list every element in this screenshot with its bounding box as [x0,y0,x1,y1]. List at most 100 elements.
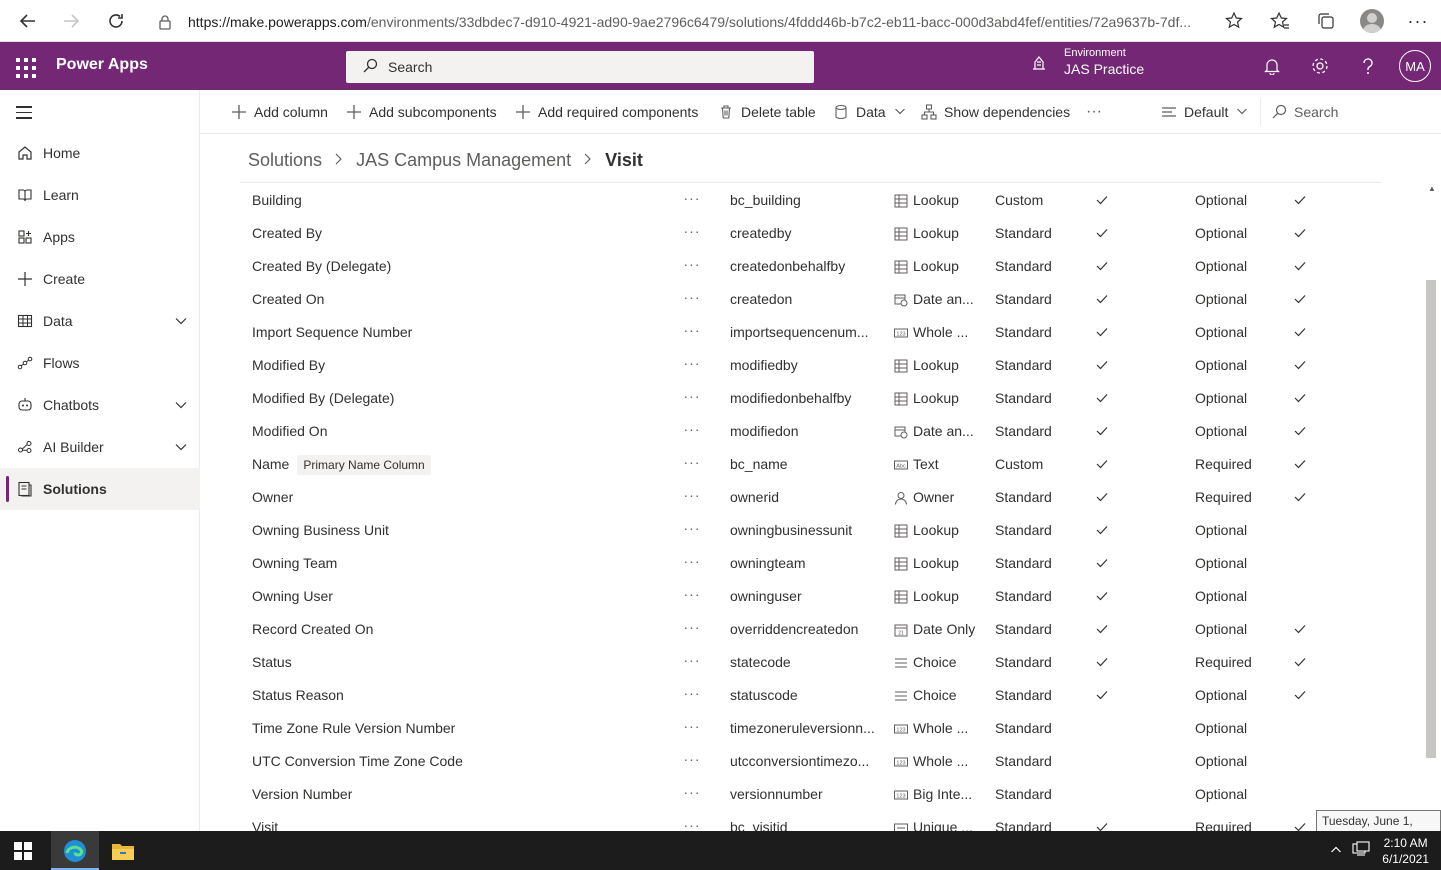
column-display-name[interactable]: Owning Team [252,547,337,580]
row-more-options-icon[interactable]: ··· [680,382,704,415]
row-more-options-icon[interactable]: ··· [680,316,704,349]
table-row[interactable]: Modified On ··· modifiedon Date an... Standa… [240,415,1420,448]
column-display-name[interactable]: Modified By (Delegate) [252,382,394,415]
favorites-icon[interactable] [1257,0,1303,42]
forward-icon[interactable] [51,0,91,42]
chevron-down-icon[interactable] [174,440,188,457]
table-row[interactable]: Version Number ··· versionnumber 123 Big Int… [240,778,1420,811]
user-avatar[interactable]: MA [1399,50,1431,82]
table-row[interactable]: Owning Team ··· owningteam Lookup Standard Op… [240,547,1420,580]
row-more-options-icon[interactable]: ··· [680,448,704,481]
column-display-name[interactable]: Modified On [252,415,327,448]
nav-item-home[interactable]: Home [0,132,200,174]
file-explorer-icon[interactable] [99,831,147,870]
add-favorite-icon[interactable] [1211,0,1257,42]
app-title[interactable]: Power Apps [56,56,148,74]
column-display-name[interactable]: Import Sequence Number [252,316,412,349]
table-row[interactable]: Created On ··· createdon Date an... Standard… [240,283,1420,316]
table-row[interactable]: Building ··· bc_building Lookup Custom Option… [240,184,1420,217]
more-commands-button[interactable]: ··· [1086,90,1102,134]
row-more-options-icon[interactable]: ··· [680,250,704,283]
column-display-name[interactable]: Building [252,184,302,217]
row-more-options-icon[interactable]: ··· [680,481,704,514]
row-more-options-icon[interactable]: ··· [680,283,704,316]
profile-avatar[interactable] [1349,0,1395,42]
row-more-options-icon[interactable]: ··· [680,580,704,613]
table-row[interactable]: Created By ··· createdby Lookup Standard Opti… [240,217,1420,250]
settings-icon[interactable] [1308,54,1332,78]
address-bar[interactable]: https://make.powerapps.com/environments/… [158,9,1191,35]
row-more-options-icon[interactable]: ··· [680,514,704,547]
column-display-name[interactable]: Status [252,646,292,679]
table-row[interactable]: Created By (Delegate) ··· createdonbehalfb… [240,250,1420,283]
nav-item-chatbots[interactable]: Chatbots [0,384,200,426]
global-search-input[interactable]: Search [346,51,814,83]
chevron-down-icon[interactable] [174,314,188,331]
breadcrumb-solution[interactable]: JAS Campus Management [356,150,571,171]
table-row[interactable]: Owner ··· ownerid Owner Standard Required [240,481,1420,514]
column-display-name[interactable]: Status Reason [252,679,344,712]
show-dependencies-button[interactable]: Show dependencies [920,90,1070,134]
column-display-name[interactable]: Modified By [252,349,325,382]
windows-start-icon[interactable] [14,842,32,860]
row-more-options-icon[interactable]: ··· [680,745,704,778]
browser-menu-icon[interactable]: ··· [1395,0,1441,42]
row-more-options-icon[interactable]: ··· [680,712,704,745]
column-display-name[interactable]: Created By [252,217,322,250]
nav-item-solutions[interactable]: Solutions [0,468,200,510]
data-menu-button[interactable]: Data [832,90,906,134]
nav-item-data[interactable]: Data [0,300,200,342]
column-display-name[interactable]: UTC Conversion Time Zone Code [252,745,463,778]
column-display-name[interactable]: Created By (Delegate) [252,250,391,283]
row-more-options-icon[interactable]: ··· [680,679,704,712]
taskbar-clock[interactable]: 2:10 AM 6/1/2021 [1382,835,1429,867]
column-display-name[interactable]: Name Primary Name Column [252,448,431,481]
hamburger-menu-icon[interactable] [16,106,32,123]
row-more-options-icon[interactable]: ··· [680,811,704,831]
add-column-button[interactable]: Add column [230,90,328,134]
breadcrumb-solutions[interactable]: Solutions [248,150,322,171]
table-row[interactable]: Time Zone Rule Version Number ··· timezone… [240,712,1420,745]
row-more-options-icon[interactable]: ··· [680,547,704,580]
row-more-options-icon[interactable]: ··· [680,646,704,679]
collections-icon[interactable] [1303,0,1349,42]
nav-item-ai-builder[interactable]: AI Builder [0,426,200,468]
table-row[interactable]: Status Reason ··· statuscode Choice Standard… [240,679,1420,712]
edge-browser-icon[interactable] [51,831,99,870]
environment-picker[interactable]: Environment JAS Practice [1030,47,1144,78]
table-row[interactable]: Owning User ··· owninguser Lookup Standard Op… [240,580,1420,613]
table-row[interactable]: Status ··· statecode Choice Standard Required [240,646,1420,679]
delete-table-button[interactable]: Delete table [717,90,816,134]
row-more-options-icon[interactable]: ··· [680,217,704,250]
scrollbar-thumb[interactable] [1426,280,1436,758]
add-required-components-button[interactable]: Add required components [514,90,698,134]
table-row[interactable]: Name Primary Name Column ··· bc_name Abc Text… [240,448,1420,481]
help-icon[interactable] [1356,54,1380,78]
table-search-input[interactable]: Search [1270,90,1338,134]
column-display-name[interactable]: Time Zone Rule Version Number [252,712,455,745]
chevron-down-icon[interactable] [174,398,188,415]
column-display-name[interactable]: Record Created On [252,613,373,646]
table-row[interactable]: Visit ··· bc_visitid Unique ... Standard Requ… [240,811,1420,831]
chevron-up-icon[interactable] [1330,843,1342,859]
notifications-icon[interactable] [1260,54,1284,78]
table-row[interactable]: UTC Conversion Time Zone Code ··· utcconve… [240,745,1420,778]
app-launcher-icon[interactable] [14,56,36,78]
nav-item-learn[interactable]: Learn [0,174,200,216]
scroll-up-arrow-icon[interactable]: ▲ [1428,184,1436,193]
column-display-name[interactable]: Owning User [252,580,333,613]
row-more-options-icon[interactable]: ··· [680,184,704,217]
column-display-name[interactable]: Version Number [252,778,352,811]
nav-item-flows[interactable]: Flows [0,342,200,384]
row-more-options-icon[interactable]: ··· [680,778,704,811]
table-row[interactable]: Modified By ··· modifiedby Lookup Standard Op… [240,349,1420,382]
refresh-icon[interactable] [96,0,136,42]
table-row[interactable]: Import Sequence Number ··· importsequencen… [240,316,1420,349]
network-icon[interactable] [1352,841,1370,860]
column-display-name[interactable]: Owner [252,481,293,514]
row-more-options-icon[interactable]: ··· [680,415,704,448]
column-display-name[interactable]: Visit [252,811,278,831]
view-selector[interactable]: Default [1160,90,1248,134]
table-row[interactable]: Owning Business Unit ··· owningbusinessuni… [240,514,1420,547]
row-more-options-icon[interactable]: ··· [680,613,704,646]
